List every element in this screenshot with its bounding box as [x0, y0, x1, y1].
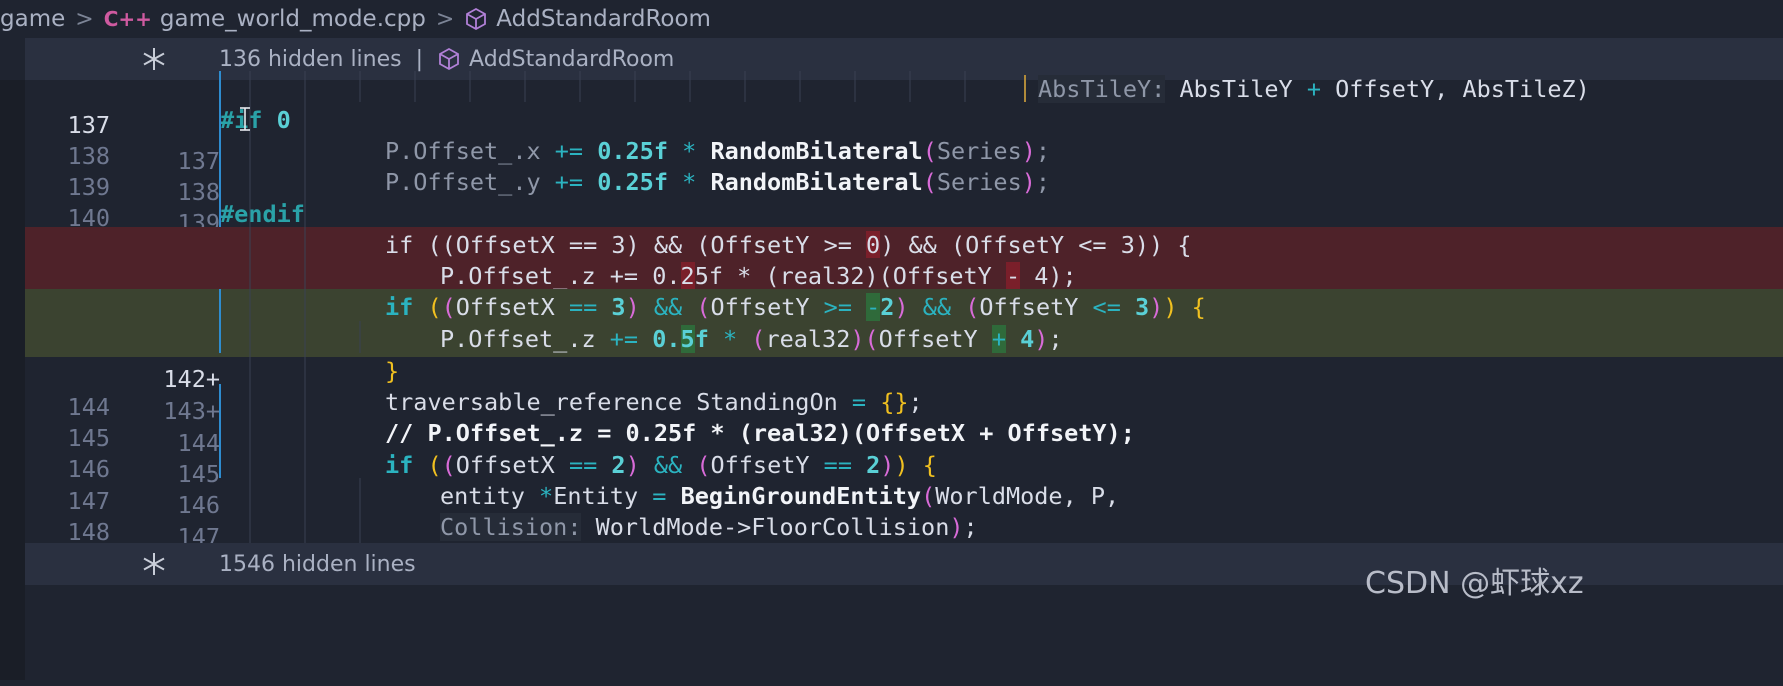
breadcrumb: game > C++ game_world_mode.cpp > AddStan… — [0, 0, 1783, 38]
breadcrumb-root[interactable]: game — [0, 6, 65, 32]
method-cube-icon — [466, 7, 487, 31]
watermark: CSDN @虾球xz — [1365, 566, 1584, 601]
inlay-hint: AbsTileY: — [1038, 75, 1166, 103]
added-line: 143+ P.Offset_.z += 0.5f * (real32)(Offs… — [25, 321, 1783, 425]
method-cube-icon — [439, 47, 459, 71]
breadcrumb-file[interactable]: game_world_mode.cpp — [160, 6, 426, 32]
cpp-file-icon: C++ — [103, 7, 152, 31]
change-marker — [219, 289, 221, 353]
added-line: 142+ if ((OffsetX == 3) && (OffsetY >= -… — [25, 289, 1783, 393]
chevron-right-icon: > — [435, 6, 455, 32]
change-marker — [219, 384, 221, 478]
chevron-right-icon: > — [75, 6, 94, 32]
unfold-icon[interactable] — [140, 45, 168, 73]
hidden-lines-label: 1546 hidden lines — [219, 551, 416, 577]
code-line: 140 140 P.Offset_.y += 0.25f * RandomBil… — [25, 164, 1783, 268]
breadcrumb-symbol[interactable]: AddStandardRoom — [496, 6, 711, 32]
left-gutter — [0, 80, 25, 680]
hidden-lines-label: 136 hidden lines — [219, 46, 402, 72]
inlay-hint: Collision: — [440, 513, 582, 541]
code-line: 146 146 // P.Offset_.z = 0.25f * (real32… — [25, 415, 1783, 519]
separator: | — [415, 46, 424, 72]
fold-symbol: AddStandardRoom — [469, 46, 675, 72]
text-cursor-icon — [240, 107, 250, 131]
change-marker — [219, 71, 221, 227]
unfold-icon[interactable] — [140, 550, 168, 578]
code-line-wrapped: Collision: WorldMode->FloorCollision); — [440, 513, 978, 541]
